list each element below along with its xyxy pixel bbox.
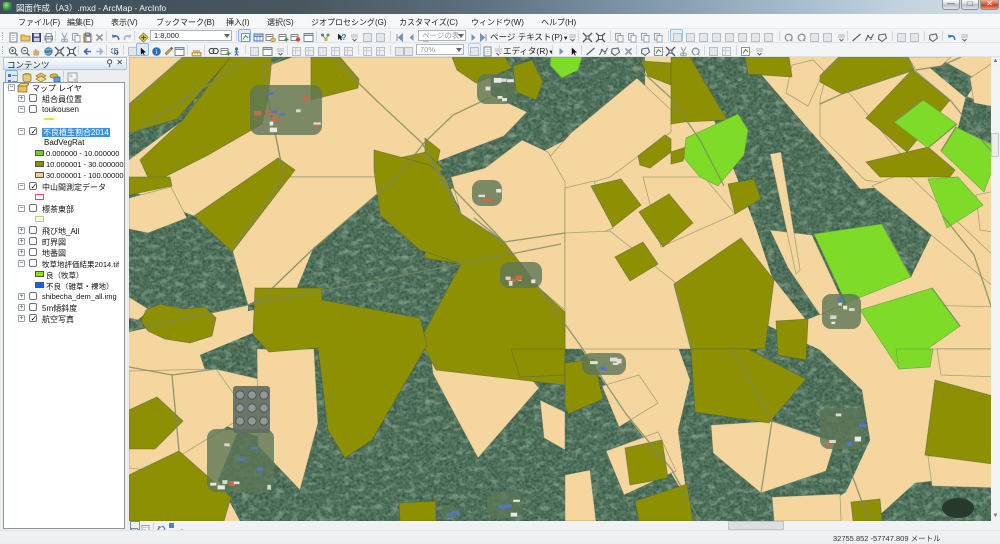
svg-text:i: i xyxy=(156,48,158,56)
svg-text:?: ? xyxy=(342,33,347,42)
